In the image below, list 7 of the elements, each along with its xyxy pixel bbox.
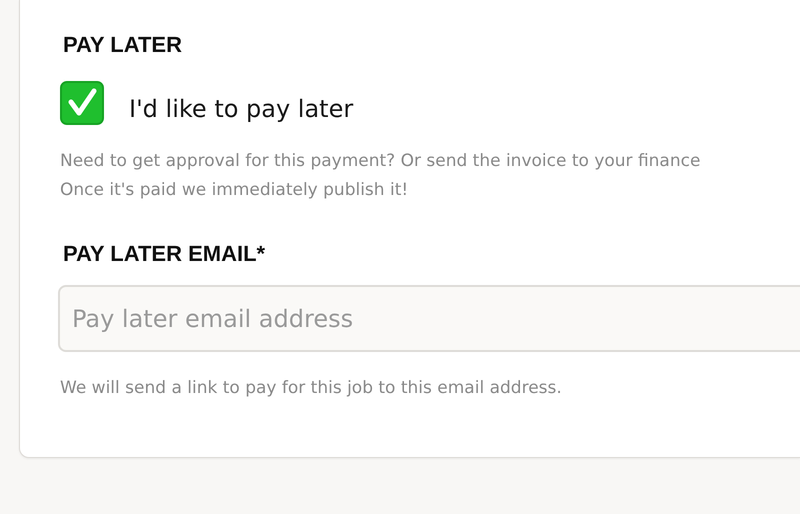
checkbox[interactable] bbox=[60, 81, 104, 125]
description-text: Need to get approval for this payment? Or send the invoice to your finance Once it's paid we immediately publish it! bbox=[60, 150, 702, 202]
section-heading: PAY LATER bbox=[63, 32, 183, 58]
field-label: PAY LATER EMAIL* bbox=[63, 241, 266, 267]
checkbox-label: I'd like to pay later bbox=[129, 95, 354, 123]
email-input-field[interactable]: Pay later email address bbox=[58, 285, 800, 352]
hint-text: We will send a link to pay for this job to this email address. bbox=[60, 378, 563, 398]
